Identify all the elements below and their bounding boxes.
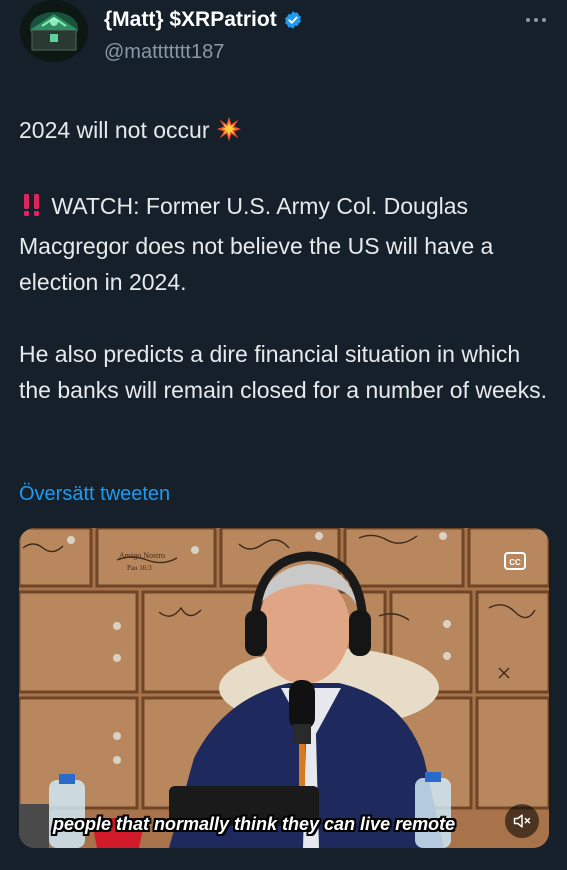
author-handle[interactable]: @mattttttt187 bbox=[104, 41, 224, 64]
double-exclamation-icon bbox=[19, 192, 45, 228]
video-player[interactable]: Amigo Nostro Pau 16:3 CC people that nor… bbox=[19, 528, 549, 848]
tweet-text: 2024 will not occur WATCH: Former U.S. A… bbox=[19, 112, 554, 408]
author-avatar[interactable] bbox=[20, 0, 88, 62]
avatar-green-chest-icon bbox=[20, 0, 88, 62]
more-horizontal-icon[interactable] bbox=[524, 10, 548, 30]
tweet-line-1: 2024 will not occur bbox=[19, 112, 554, 152]
svg-text:Amigo Nostro: Amigo Nostro bbox=[119, 551, 165, 560]
translate-tweet-link[interactable]: Översätt tweeten bbox=[19, 483, 170, 506]
collision-emoji-icon bbox=[216, 116, 242, 152]
muted-speaker-icon[interactable] bbox=[505, 804, 539, 838]
display-name-text[interactable]: {Matt} $XRPatriot bbox=[104, 8, 277, 32]
tweet-paragraph-2: WATCH: Former U.S. Army Col. Douglas Mac… bbox=[19, 188, 554, 300]
tweet-paragraph-3: He also predicts a dire financial situat… bbox=[19, 341, 547, 403]
tweet: {Matt} $XRPatriot @mattttttt187 2024 wil… bbox=[0, 0, 567, 870]
tweet-paragraph-2-text: WATCH: Former U.S. Army Col. Douglas Mac… bbox=[19, 193, 494, 295]
verified-badge-icon bbox=[283, 10, 303, 30]
closed-captions-icon[interactable]: CC bbox=[503, 550, 527, 572]
video-subtitle: people that normally think they can live… bbox=[53, 814, 456, 834]
svg-text:CC: CC bbox=[509, 558, 521, 567]
tweet-line-1-text: 2024 will not occur bbox=[19, 117, 210, 143]
svg-text:Pau 16:3: Pau 16:3 bbox=[127, 564, 152, 572]
author-display-name[interactable]: {Matt} $XRPatriot bbox=[104, 8, 303, 32]
video-frame: Amigo Nostro Pau 16:3 bbox=[19, 528, 549, 848]
